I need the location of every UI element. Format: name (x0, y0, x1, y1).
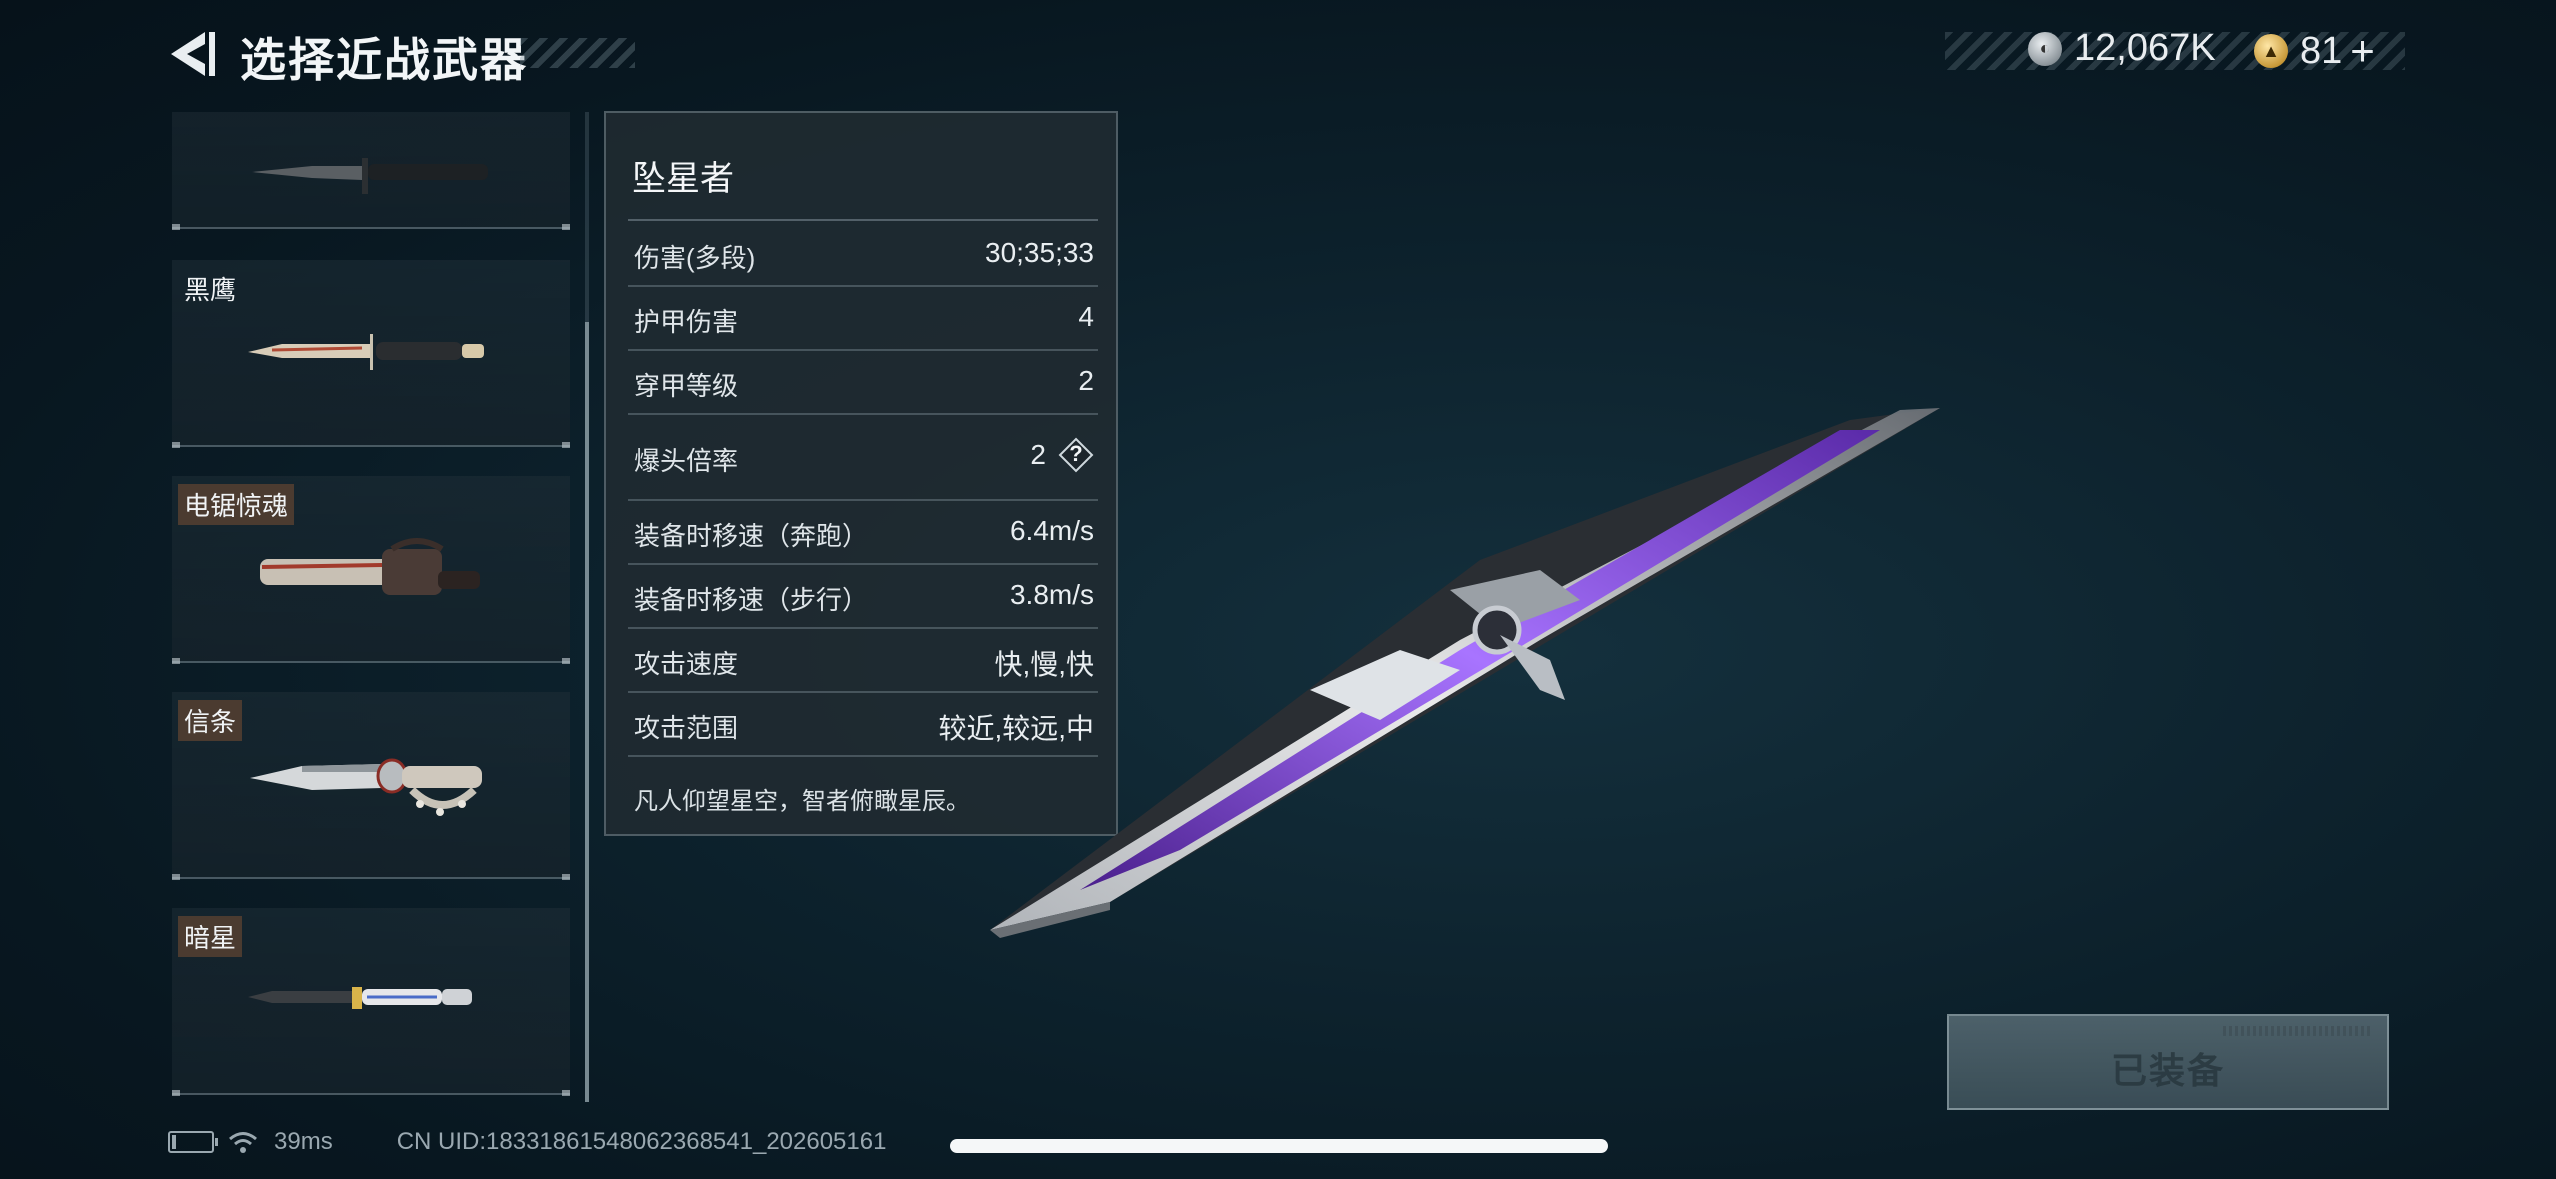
stat-row-armor-damage: 护甲伤害 4 (628, 287, 1098, 351)
uid-text: CN UID:18331861548062368541_202605161 (396, 1128, 887, 1155)
weapon-card-tenet[interactable]: 信条 (172, 692, 570, 880)
stat-label: 伤害(多段) (634, 243, 756, 273)
back-button[interactable] (165, 28, 221, 80)
stat-label: 攻击范围 (634, 713, 739, 743)
dark-star-knife-image (248, 987, 472, 1009)
wifi-icon (229, 1132, 257, 1153)
weapon-name-label: 电锯惊魂 (178, 484, 295, 525)
stat-row-damage: 伤害(多段) 30;35;33 (628, 223, 1098, 287)
back-arrow-icon (171, 32, 215, 76)
silver-currency-value: 12,067K (2074, 27, 2216, 69)
divider (628, 219, 1098, 221)
battery-icon (168, 1131, 218, 1153)
stat-value: 4 (1078, 301, 1094, 332)
tenet-knife-image (250, 758, 482, 816)
stat-label: 装备时移速（步行） (634, 585, 869, 615)
stat-value: 30;35;33 (985, 237, 1094, 268)
stat-label: 护甲伤害 (634, 307, 739, 337)
weapon-card-black-hawk[interactable]: 黑鹰 (172, 260, 570, 448)
weapon-name-title: 坠星者 (632, 160, 734, 198)
button-decoration (2223, 1026, 2373, 1036)
title-decoration (520, 38, 635, 68)
stat-label: 装备时移速（奔跑） (634, 521, 869, 551)
black-hawk-knife-image (248, 334, 484, 370)
weapon-list[interactable]: 黑鹰 电锯惊魂 信条 暗星 (172, 112, 570, 1097)
stat-label: 穿甲等级 (634, 371, 739, 401)
weapon-name-label: 黑鹰 (184, 275, 237, 305)
equipped-button-label: 已装备 (2110, 1050, 2225, 1091)
chainsaw-image (260, 538, 480, 595)
ping-value: 39ms (274, 1128, 333, 1155)
stat-label: 攻击速度 (634, 649, 739, 679)
home-indicator[interactable] (950, 1139, 1608, 1153)
weapon-card-combat-knife[interactable] (172, 112, 570, 230)
gold-coin-icon: ▲ (2254, 34, 2288, 68)
weapon-card-dark-star[interactable]: 暗星 (172, 908, 570, 1096)
weapon-name-label: 暗星 (178, 916, 243, 957)
equipped-button[interactable]: 已装备 (1947, 1014, 2389, 1110)
weapon-card-chainsaw[interactable]: 电锯惊魂 (172, 476, 570, 664)
status-bar: 39ms CN UID:18331861548062368541_2026051… (168, 1128, 886, 1156)
page-title: 选择近战武器 (240, 34, 528, 86)
add-currency-button[interactable]: + (2350, 27, 2375, 75)
gold-currency-value: 81 (2300, 29, 2343, 72)
silver-coin-icon: ◐ (2028, 31, 2062, 66)
weapon-list-scroll-thumb[interactable] (585, 322, 589, 1102)
gold-currency[interactable]: ▲ 81 + (2254, 27, 2375, 75)
combat-knife-image (252, 158, 488, 194)
weapon-description: 凡人仰望星空，智者俯瞰星辰。 (634, 788, 970, 815)
weapon-name-label: 信条 (178, 700, 243, 741)
stat-label: 爆头倍率 (634, 446, 739, 476)
featured-weapon-image[interactable] (980, 390, 1940, 950)
silver-currency: ◐ 12,067K (2028, 27, 2216, 70)
